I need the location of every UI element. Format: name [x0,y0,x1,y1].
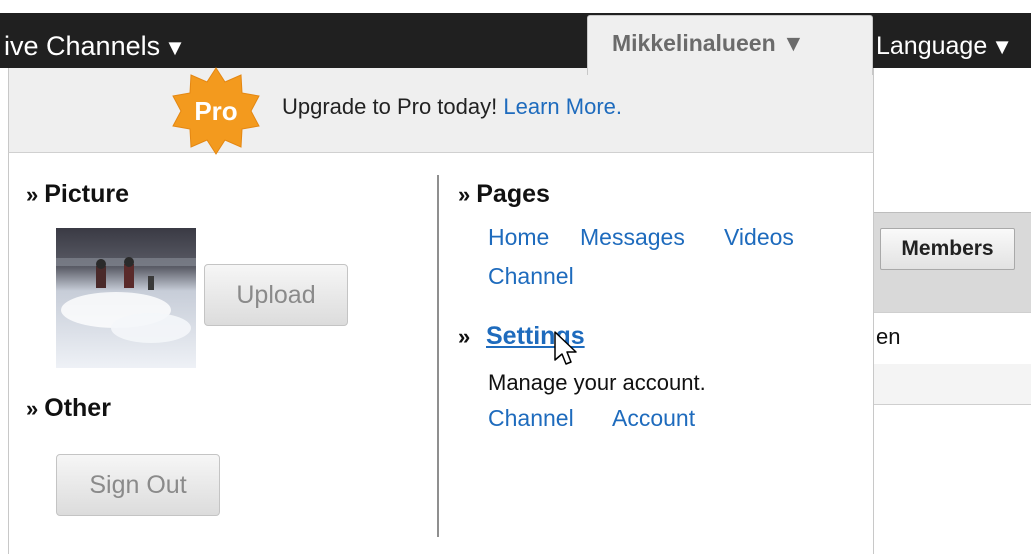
pages-heading: » Pages [458,180,550,209]
section-marker: » [26,396,39,421]
pages-title: Pages [476,180,550,208]
settings-link-account[interactable]: Account [612,405,695,432]
hockey-photo-image [56,228,196,368]
cursor-icon [554,331,577,365]
background-table-row [870,364,1031,405]
settings-marker-wrap: » [458,322,476,351]
section-marker: » [458,324,471,349]
user-menu-label[interactable]: Mikkelinalueen ▼ [612,30,805,57]
pages-link-channel[interactable]: Channel [488,263,574,290]
upload-button[interactable]: Upload [204,264,348,326]
members-button[interactable]: Members [880,228,1015,270]
nav-language-label: Language [876,32,988,60]
username: Mikkelinalueen [612,30,776,56]
pages-link-messages[interactable]: Messages [580,224,685,251]
nav-language-menu[interactable]: Language ▼ [876,30,1013,63]
picture-heading: » Picture [26,180,129,209]
section-marker: » [458,182,471,207]
promo-message: Upgrade to Pro today! Learn More. [282,94,622,120]
nav-channels-menu[interactable]: ive Channels ▼ [4,30,186,64]
caret-down-icon: ▼ [991,34,1014,59]
pro-badge-text: Pro [194,96,237,126]
caret-down-icon: ▼ [782,30,805,56]
caret-down-icon: ▼ [164,35,186,60]
other-heading: » Other [26,394,111,423]
nav-channels-label: ive Channels [4,31,161,61]
pro-badge-icon: Pro [172,67,260,155]
pages-link-home[interactable]: Home [488,224,549,251]
pages-link-videos[interactable]: Videos [724,224,794,251]
background-row-text: en [876,324,901,349]
settings-description: Manage your account. [488,370,706,395]
profile-picture [56,228,196,368]
settings-link-channel[interactable]: Channel [488,405,574,432]
learn-more-link[interactable]: Learn More. [503,94,622,119]
sign-out-button[interactable]: Sign Out [56,454,220,516]
other-title: Other [44,394,111,422]
picture-title: Picture [44,180,130,208]
column-divider [437,175,439,537]
promo-text: Upgrade to Pro today! [282,94,498,119]
section-marker: » [26,182,39,207]
